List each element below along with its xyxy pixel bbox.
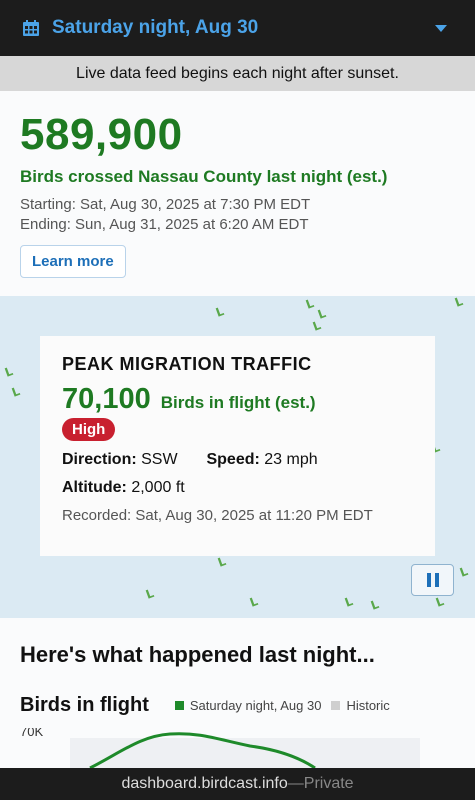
selected-date: Saturday night, Aug 30 [52,17,259,38]
intensity-badge: High [62,418,116,441]
y-tick-label: 70K [20,728,43,739]
nightly-chart-section: Here's what happened last night... Birds… [0,618,475,768]
legend-label: Saturday night, Aug 30 [189,698,322,713]
pause-animation-button[interactable] [411,564,454,596]
chart-plot-area [70,738,420,768]
bird-marker-icon: ᒪ [433,594,446,610]
date-selector[interactable]: Saturday night, Aug 30 [0,0,475,56]
learn-more-button[interactable]: Learn more [20,245,126,278]
chevron-down-icon[interactable] [435,24,447,32]
bird-marker-icon: ᒪ [457,564,470,580]
peak-title: PEAK MIGRATION TRAFFIC [62,354,312,374]
section-heading: Here's what happened last night... [20,642,375,667]
direction-label: Direction: [62,451,137,468]
nightly-summary: 589,900 Birds crossed Nassau County last… [0,91,475,296]
url-separator: — [287,775,304,792]
url-domain: dashboard.birdcast.info [121,775,288,792]
end-time: Ending: Sun, Aug 31, 2025 at 6:20 AM EDT [20,216,309,233]
bird-marker-icon: ᒪ [342,594,355,610]
legend-label: Historic [346,698,390,713]
speed-label: Speed: [206,451,260,468]
legend-item-historic[interactable]: Historic [331,698,390,713]
direction-value: SSW [141,451,178,468]
bird-marker-icon: ᒪ [2,364,15,380]
total-birds-description: Birds crossed Nassau County last night (… [20,167,388,186]
migration-map[interactable]: ᒪ ᒪ ᒪ ᒪ ᒪ ᒪ ᒪ ᒪ ᒪ ᒪ ᒪ ᒪ ᒪ ᒪ ᒪ PEAK MIGRA… [0,296,475,618]
private-label: Private [303,775,354,792]
legend-swatch [174,701,184,710]
bird-marker-icon: ᒪ [452,296,465,310]
legend-swatch [331,701,341,710]
peak-count: 70,100 [62,383,151,415]
total-birds-count: 589,900 [20,110,183,159]
bird-marker-icon: ᒪ [213,304,226,320]
calendar-icon [23,20,39,36]
pause-icon [426,573,431,587]
bird-marker-icon: ᒪ [368,597,381,613]
browser-address-bar[interactable]: dashboard.birdcast.info — Private [0,768,475,800]
altitude-value: 2,000 ft [131,479,185,496]
bird-marker-icon: ᒪ [143,586,156,602]
birds-in-flight-chart: 70K [20,728,420,768]
bird-marker-icon: ᒪ [303,296,316,312]
bird-marker-icon: ᒪ [215,554,228,570]
peak-count-label: Birds in flight (est.) [160,393,316,412]
altitude-label: Altitude: [62,479,127,496]
recorded-time: Recorded: Sat, Aug 30, 2025 at 11:20 PM … [62,507,373,524]
speed-value: 23 mph [264,451,318,468]
chart-title: Birds in flight [20,694,149,716]
start-time: Starting: Sat, Aug 30, 2025 at 7:30 PM E… [20,196,311,213]
legend-item-current[interactable]: Saturday night, Aug 30 [174,698,322,713]
bird-marker-icon: ᒪ [247,594,260,610]
live-feed-notice: Live data feed begins each night after s… [0,56,475,91]
peak-migration-card: PEAK MIGRATION TRAFFIC 70,100 Birds in f… [40,336,435,556]
bird-marker-icon: ᒪ [9,384,22,400]
